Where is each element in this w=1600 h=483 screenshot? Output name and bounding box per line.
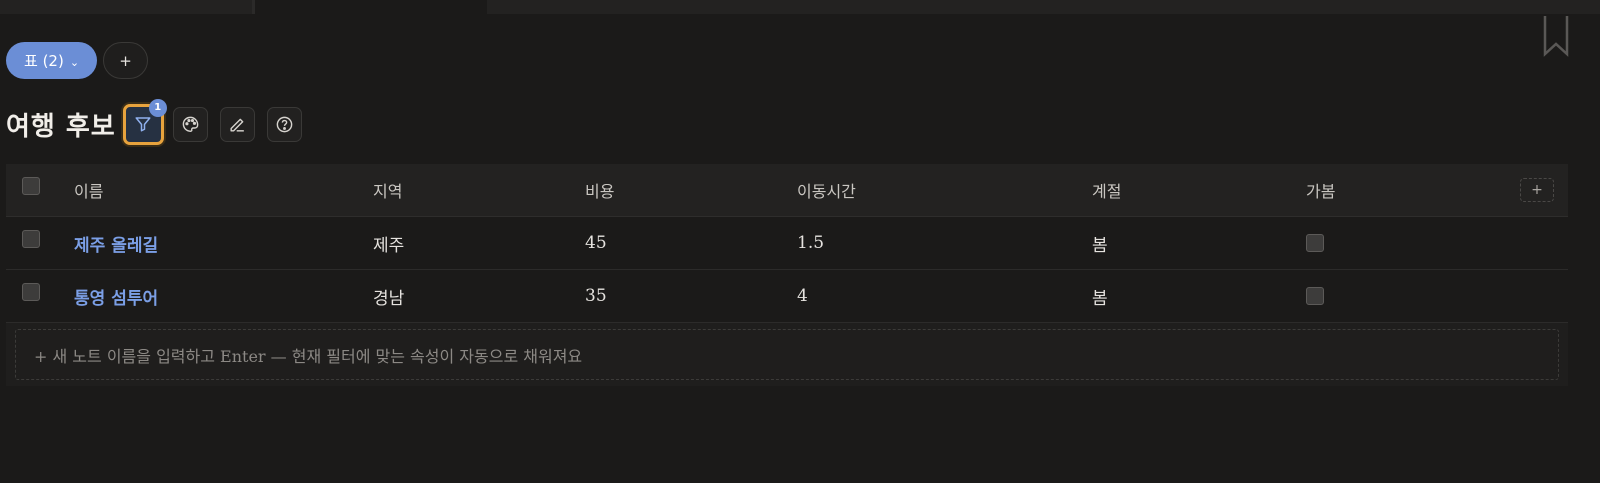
row-region[interactable]: 제주 <box>373 217 404 269</box>
row-visited-cell <box>1306 217 1324 269</box>
edit-button[interactable] <box>219 106 255 142</box>
palette-button[interactable] <box>172 106 208 142</box>
chevron-down-icon: ⌄ <box>69 55 80 69</box>
select-all-checkbox[interactable] <box>22 177 40 195</box>
row-select-cell <box>22 213 40 265</box>
tab-bar <box>0 0 1600 14</box>
row-travel-time[interactable]: 4 <box>797 270 808 322</box>
view-table-label: 표 (2) <box>24 52 64 70</box>
table-row: 제주 올레길 제주 45 1.5 봄 <box>6 217 1568 270</box>
filter-button[interactable]: 1 <box>122 98 167 145</box>
column-header-name[interactable]: 이름 <box>74 164 103 216</box>
view-switcher: 표 (2) ⌄ + <box>6 42 149 79</box>
row-cost[interactable]: 45 <box>585 217 607 269</box>
row-visited-cell <box>1306 270 1324 322</box>
row-name-link[interactable]: 제주 올레길 <box>74 217 158 269</box>
table-header-row: 이름 지역 비용 이동시간 계절 가봄 + <box>6 164 1568 217</box>
help-button[interactable] <box>266 106 302 142</box>
row-cost[interactable]: 35 <box>585 270 607 322</box>
add-column-button[interactable]: + <box>1520 178 1554 202</box>
new-note-row: + 새 노트 이름을 입력하고 Enter — 현재 필터에 맞는 속성이 자동… <box>6 323 1568 386</box>
row-name-link[interactable]: 통영 섬투어 <box>74 270 158 322</box>
column-header-season[interactable]: 계절 <box>1092 164 1121 216</box>
filter-count-badge: 1 <box>148 98 167 117</box>
row-visited-checkbox[interactable] <box>1306 287 1324 305</box>
column-header-cost[interactable]: 비용 <box>585 164 614 216</box>
view-table-button[interactable]: 표 (2) ⌄ <box>6 42 98 79</box>
filter-icon <box>135 117 151 132</box>
bookmark-icon[interactable] <box>1542 14 1570 58</box>
add-column-cell: + <box>1520 164 1554 216</box>
select-all-cell <box>22 160 40 212</box>
row-travel-time[interactable]: 1.5 <box>797 217 824 269</box>
row-select-cell <box>22 266 40 318</box>
row-select-checkbox[interactable] <box>22 230 40 248</box>
pencil-icon <box>230 118 244 132</box>
new-note-input[interactable]: + 새 노트 이름을 입력하고 Enter — 현재 필터에 맞는 속성이 자동… <box>15 329 1559 380</box>
title-row: 여행 후보 1 <box>6 98 302 145</box>
help-icon <box>276 116 293 132</box>
row-season[interactable]: 봄 <box>1092 217 1108 269</box>
page-title: 여행 후보 <box>6 111 116 142</box>
row-region[interactable]: 경남 <box>373 270 404 322</box>
palette-icon <box>182 116 199 132</box>
tab-active[interactable] <box>255 0 487 14</box>
add-view-button[interactable]: + <box>103 42 149 79</box>
toolbar: 1 <box>122 98 302 145</box>
row-select-checkbox[interactable] <box>22 283 40 301</box>
table-row: 통영 섬투어 경남 35 4 봄 <box>6 270 1568 323</box>
column-header-visited[interactable]: 가봄 <box>1306 164 1335 216</box>
column-header-region[interactable]: 지역 <box>373 164 402 216</box>
row-season[interactable]: 봄 <box>1092 270 1108 322</box>
data-table: 이름 지역 비용 이동시간 계절 가봄 + 제주 올레길 제주 45 1.5 봄… <box>6 164 1568 386</box>
column-header-travel-time[interactable]: 이동시간 <box>797 164 856 216</box>
row-visited-checkbox[interactable] <box>1306 234 1324 252</box>
